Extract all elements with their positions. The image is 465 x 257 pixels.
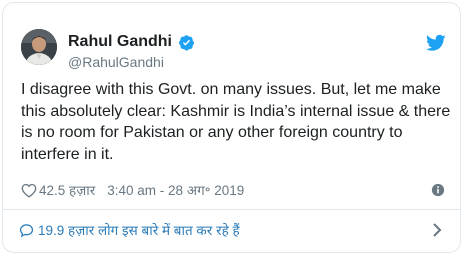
divider	[3, 209, 460, 210]
chevron-right-icon[interactable]	[431, 222, 443, 238]
twitter-bird-icon[interactable]	[426, 34, 446, 52]
avatar-image	[21, 29, 57, 65]
replies-text: 19.9 हज़ार लोग इस बारे में बात कर रहे है…	[38, 223, 240, 238]
verified-badge-icon	[179, 35, 195, 51]
like-count[interactable]: 42.5 हज़ार	[39, 181, 95, 199]
tweet-card: Rahul Gandhi @RahulGandhi I disagree wit…	[2, 2, 461, 253]
tweet-text: I disagree with this Govt. on many issue…	[21, 81, 451, 163]
heart-icon[interactable]	[21, 183, 37, 198]
author-handle[interactable]: @RahulGandhi	[68, 54, 164, 70]
info-icon[interactable]	[431, 183, 445, 197]
tweet-meta: 42.5 हज़ार 3:40 am - 28 अग॰ 2019	[21, 181, 244, 199]
conversation-link[interactable]: 19.9 हज़ार लोग इस बारे में बात कर रहे है…	[19, 221, 240, 239]
speech-bubble-icon	[19, 223, 34, 237]
timestamp[interactable]: 3:40 am - 28 अग॰ 2019	[107, 181, 244, 199]
avatar[interactable]	[21, 29, 57, 65]
author-name[interactable]: Rahul Gandhi	[68, 33, 172, 51]
